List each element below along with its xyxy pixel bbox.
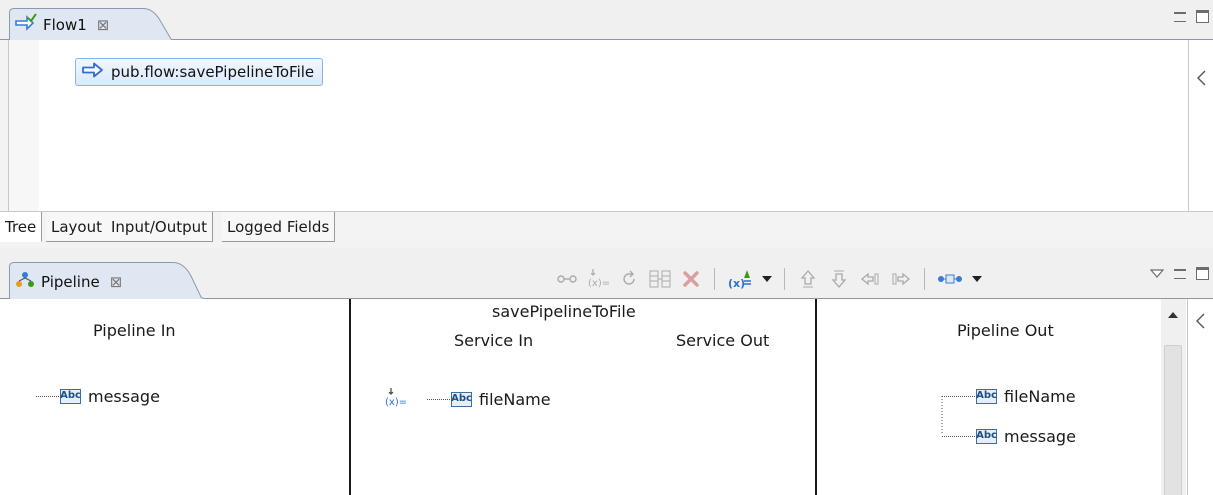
editor-view-controls bbox=[1174, 10, 1209, 23]
pipeline-view: Pipeline ⊠ (x)= (x) Pipeline In Abc mess… bbox=[0, 254, 1213, 495]
tab-title: Pipeline bbox=[41, 273, 100, 291]
toolbar-separator bbox=[784, 268, 785, 290]
flow-step-label: pub.flow:savePipelineToFile bbox=[111, 63, 315, 81]
arrow-right-icon bbox=[82, 62, 104, 82]
map-grid-icon[interactable] bbox=[649, 268, 671, 290]
abc-icon: Abc bbox=[60, 388, 81, 404]
abc-icon: Abc bbox=[976, 428, 997, 444]
svg-text:(x)=: (x)= bbox=[588, 278, 609, 289]
toolbar-separator bbox=[714, 268, 715, 290]
tree-gutter bbox=[9, 40, 39, 211]
shift-left-icon[interactable] bbox=[859, 268, 881, 290]
set-value-icon[interactable]: (x)= bbox=[587, 268, 609, 290]
service-name-title: savePipelineToFile bbox=[492, 302, 636, 321]
layout-options-icon[interactable] bbox=[937, 268, 963, 290]
svg-text:(x): (x) bbox=[728, 277, 745, 290]
set-value-indicator-icon[interactable]: (x)= bbox=[385, 387, 409, 409]
close-tab-icon[interactable]: ⊠ bbox=[110, 273, 123, 291]
tree-connector bbox=[427, 398, 450, 400]
editor-side-panel bbox=[1188, 40, 1213, 211]
pipeline-toolbar: (x)= (x) bbox=[556, 266, 982, 292]
flow-editor: Flow1 ⊠ pub.flow:savePipelineToFile Tree… bbox=[0, 0, 1213, 248]
tree-connector bbox=[942, 435, 975, 437]
abc-icon: Abc bbox=[976, 388, 997, 404]
pipeline-in-field-message[interactable]: Abc message bbox=[36, 385, 160, 407]
svg-text:(x)=: (x)= bbox=[385, 397, 407, 408]
column-divider bbox=[349, 299, 351, 495]
pipeline-mapping-area[interactable]: Pipeline In Abc message savePipelineToFi… bbox=[0, 299, 1213, 495]
field-name: message bbox=[88, 386, 160, 406]
minimize-icon[interactable] bbox=[1174, 11, 1186, 22]
view-menu-icon[interactable] bbox=[1150, 268, 1164, 279]
delete-icon[interactable] bbox=[680, 268, 702, 290]
tab-title: Flow1 bbox=[43, 16, 87, 34]
tree-connector bbox=[36, 395, 59, 397]
column-divider bbox=[815, 299, 817, 495]
minimize-icon[interactable] bbox=[1174, 268, 1186, 279]
vertical-scrollbar[interactable] bbox=[1161, 299, 1186, 495]
tab-layout[interactable]: Layout bbox=[46, 212, 108, 242]
tab-tree[interactable]: Tree bbox=[0, 212, 43, 242]
scrollbar-thumb[interactable] bbox=[1164, 345, 1182, 495]
chevron-down-icon[interactable] bbox=[972, 276, 982, 282]
field-name: fileName bbox=[1004, 386, 1076, 406]
abc-icon: Abc bbox=[451, 391, 472, 407]
pipeline-out-field-message[interactable]: Abc message bbox=[942, 425, 1076, 447]
collapse-left-icon[interactable] bbox=[1196, 313, 1206, 329]
chevron-down-icon[interactable] bbox=[762, 276, 772, 282]
flow-service-icon bbox=[15, 13, 37, 37]
flow-step-invoke[interactable]: pub.flow:savePipelineToFile bbox=[75, 58, 324, 86]
pipeline-icon bbox=[15, 271, 35, 293]
link-icon[interactable] bbox=[556, 268, 578, 290]
close-tab-icon[interactable]: ⊠ bbox=[97, 16, 110, 34]
service-out-title: Service Out bbox=[676, 331, 770, 350]
scroll-up-icon[interactable] bbox=[1168, 311, 1178, 318]
maximize-icon[interactable] bbox=[1196, 267, 1209, 280]
pipeline-tab-bar: Pipeline ⊠ (x)= (x) bbox=[0, 254, 1213, 299]
toolbar-separator bbox=[924, 268, 925, 290]
shift-up-icon[interactable] bbox=[797, 268, 819, 290]
collapse-left-icon[interactable] bbox=[1197, 70, 1207, 86]
set-value-green-icon[interactable]: (x) bbox=[727, 268, 753, 290]
editor-tab-bar: Flow1 ⊠ bbox=[0, 0, 1213, 41]
service-in-title: Service In bbox=[454, 331, 534, 350]
field-name: fileName bbox=[479, 389, 551, 409]
maximize-icon[interactable] bbox=[1196, 10, 1209, 23]
tab-input-output[interactable]: Input/Output bbox=[106, 212, 213, 242]
field-name: message bbox=[1004, 426, 1076, 446]
pipeline-view-controls bbox=[1150, 267, 1209, 280]
tree-connector bbox=[942, 395, 975, 397]
pipeline-in-title: Pipeline In bbox=[93, 321, 176, 340]
shift-right-icon[interactable] bbox=[890, 268, 912, 290]
pipeline-out-field-filename[interactable]: Abc fileName bbox=[942, 385, 1076, 407]
tab-logged-fields[interactable]: Logged Fields bbox=[222, 212, 336, 242]
editor-bottom-tabs: Tree Layout Input/Output Logged Fields bbox=[0, 211, 1213, 243]
refresh-icon[interactable] bbox=[618, 268, 640, 290]
flow-tree-canvas[interactable]: pub.flow:savePipelineToFile bbox=[8, 40, 1188, 211]
service-in-field-filename[interactable]: Abc fileName bbox=[427, 388, 551, 410]
pipeline-side-panel bbox=[1187, 299, 1213, 495]
shift-down-icon[interactable] bbox=[828, 268, 850, 290]
pipeline-out-title: Pipeline Out bbox=[957, 321, 1054, 340]
